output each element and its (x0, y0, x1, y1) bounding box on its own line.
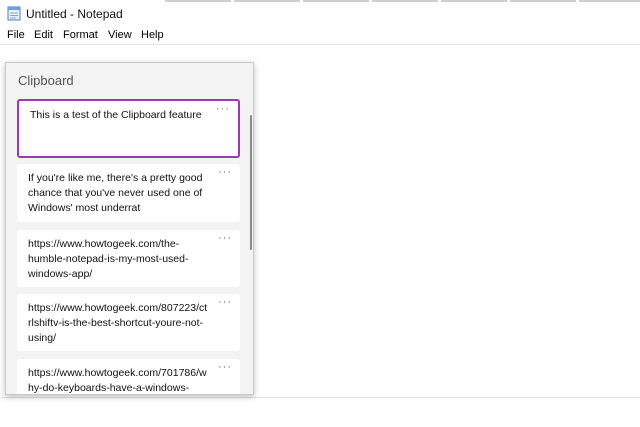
menu-format[interactable]: Format (63, 29, 98, 41)
clipboard-panel: Clipboard This is a test of the Clipboar… (5, 62, 254, 395)
clipboard-title: Clipboard (18, 73, 74, 88)
notepad-icon (7, 6, 21, 21)
title-bar-divider (441, 0, 507, 2)
menu-view[interactable]: View (108, 29, 132, 41)
window-title: Untitled - Notepad (26, 7, 123, 21)
clipboard-item[interactable]: https://www.howtogeek.com/701786/why-do-… (17, 359, 240, 394)
clipboard-item[interactable]: https://www.howtogeek.com/the-humble-not… (17, 230, 240, 287)
title-bar-divider (579, 0, 640, 2)
clipboard-item[interactable]: https://www.howtogeek.com/807223/ctrlshi… (17, 294, 240, 351)
status-divider (0, 397, 640, 398)
more-options-icon[interactable]: ··· (218, 296, 232, 308)
clipboard-item-text: If you're like me, there's a pretty good… (28, 172, 203, 214)
menu-edit[interactable]: Edit (34, 29, 53, 41)
clipboard-item[interactable]: If you're like me, there's a pretty good… (17, 164, 240, 222)
more-options-icon[interactable]: ··· (216, 103, 230, 115)
title-bar-divider (372, 0, 438, 2)
title-bar: Untitled - Notepad (0, 0, 640, 26)
title-bar-divider (234, 0, 300, 2)
menu-file[interactable]: File (7, 29, 25, 41)
clipboard-item-text: https://www.howtogeek.com/807223/ctrlshi… (28, 302, 208, 344)
more-options-icon[interactable]: ··· (218, 166, 232, 178)
menu-help[interactable]: Help (141, 29, 164, 41)
more-options-icon[interactable]: ··· (218, 232, 232, 244)
title-bar-divider (165, 0, 231, 2)
clipboard-item-text: This is a test of the Clipboard feature (30, 109, 202, 121)
more-options-icon[interactable]: ··· (218, 361, 232, 373)
clipboard-item-text: https://www.howtogeek.com/the-humble-not… (28, 238, 189, 280)
clipboard-scrollbar[interactable] (250, 115, 252, 250)
title-bar-divider (510, 0, 576, 2)
clipboard-item[interactable]: This is a test of the Clipboard feature … (17, 99, 240, 158)
title-bar-divider (303, 0, 369, 2)
clipboard-item-text: https://www.howtogeek.com/701786/why-do-… (28, 367, 207, 394)
menu-bar: File Edit Format View Help (0, 26, 640, 44)
